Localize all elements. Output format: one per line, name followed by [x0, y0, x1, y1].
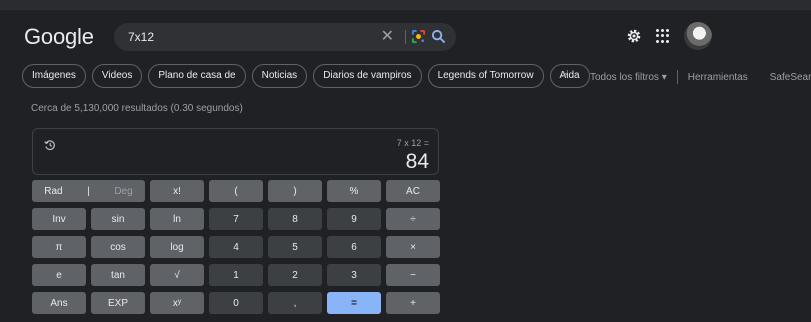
history-icon[interactable] — [44, 139, 56, 151]
sqrt-key[interactable]: √ — [150, 264, 204, 286]
log-key[interactable]: log — [150, 236, 204, 258]
power-key[interactable]: xʸ — [150, 292, 204, 314]
ln-key[interactable]: ln — [150, 208, 204, 230]
chip-news[interactable]: Noticias — [251, 64, 308, 88]
digit-3-key[interactable]: 3 — [327, 264, 381, 286]
digit-1-key[interactable]: 1 — [209, 264, 263, 286]
digit-2-key[interactable]: 2 — [268, 264, 322, 286]
deg-option[interactable]: Deg — [114, 186, 132, 197]
chip-house-plan[interactable]: Plano de casa de — [148, 64, 246, 88]
answer-key[interactable]: Ans — [32, 292, 86, 314]
google-lens-icon[interactable] — [411, 29, 426, 44]
chip-legends-of-tomorrow[interactable]: Legends of Tomorrow — [427, 64, 544, 88]
search-icon[interactable] — [431, 29, 446, 44]
clear-icon[interactable]: ✕ — [381, 27, 394, 47]
search-divider — [405, 30, 406, 44]
chip-aida[interactable]: Aida — [549, 64, 590, 88]
cos-key[interactable]: cos — [91, 236, 145, 258]
calculator-display: 7 x 12 = 84 — [32, 128, 439, 175]
chip-vampire-diaries[interactable]: Diarios de vampiros — [313, 64, 422, 88]
percent-key[interactable]: % — [327, 180, 381, 202]
left-paren-key[interactable]: ( — [209, 180, 263, 202]
pi-key[interactable]: π — [32, 236, 86, 258]
digit-0-key[interactable]: 0 — [209, 292, 263, 314]
digit-8-key[interactable]: 8 — [268, 208, 322, 230]
browser-top-band — [0, 0, 811, 10]
chip-images[interactable]: Imágenes — [22, 64, 86, 88]
all-filters-button[interactable]: Todos los filtros ▾ — [590, 72, 667, 83]
digit-6-key[interactable]: 6 — [327, 236, 381, 258]
tools-divider — [676, 70, 678, 84]
subtract-key[interactable]: − — [386, 264, 440, 286]
google-logo[interactable]: Google — [24, 24, 94, 50]
all-clear-key[interactable]: AC — [386, 180, 440, 202]
decimal-key[interactable]: , — [268, 292, 322, 314]
settings-gear-icon[interactable] — [626, 28, 642, 44]
sin-key[interactable]: sin — [91, 208, 145, 230]
digit-7-key[interactable]: 7 — [209, 208, 263, 230]
tools-button[interactable]: Herramientas — [688, 72, 748, 83]
search-input[interactable] — [128, 23, 368, 51]
results-stats: Cerca de 5,130,000 resultados (0.30 segu… — [31, 103, 243, 114]
digit-5-key[interactable]: 5 — [268, 236, 322, 258]
safesearch-button[interactable]: SafeSearch — [770, 72, 811, 83]
rad-option[interactable]: Rad — [44, 186, 62, 197]
tan-key[interactable]: tan — [91, 264, 145, 286]
search-box[interactable]: ✕ — [114, 23, 456, 51]
digit-9-key[interactable]: 9 — [327, 208, 381, 230]
inverse-key[interactable]: Inv — [32, 208, 86, 230]
apps-grid-icon[interactable] — [656, 29, 670, 43]
search-filter-chips: Imágenes Videos Plano de casa de Noticia… — [22, 64, 590, 88]
factorial-key[interactable]: x! — [150, 180, 204, 202]
exp-key[interactable]: EXP — [91, 292, 145, 314]
rad-deg-toggle[interactable]: Rad | Deg — [32, 180, 145, 202]
digit-4-key[interactable]: 4 — [209, 236, 263, 258]
calculator-result: 84 — [405, 150, 429, 173]
chips-scroll-right-icon[interactable]: > — [561, 69, 567, 81]
search-tools-bar: Todos los filtros ▾ Herramientas SafeSea… — [590, 70, 811, 84]
account-avatar[interactable] — [684, 22, 712, 50]
calculator-keypad: Rad | Deg x! ( ) % AC Inv sin ln 7 8 9 ÷… — [32, 180, 440, 314]
add-key[interactable]: + — [386, 292, 440, 314]
divide-key[interactable]: ÷ — [386, 208, 440, 230]
multiply-key[interactable]: × — [386, 236, 440, 258]
chip-videos[interactable]: Videos — [91, 64, 143, 88]
equals-key[interactable]: = — [327, 292, 381, 314]
euler-key[interactable]: e — [32, 264, 86, 286]
right-paren-key[interactable]: ) — [268, 180, 322, 202]
rad-deg-separator: | — [87, 185, 90, 197]
calculator-expression: 7 x 12 = — [396, 138, 429, 148]
